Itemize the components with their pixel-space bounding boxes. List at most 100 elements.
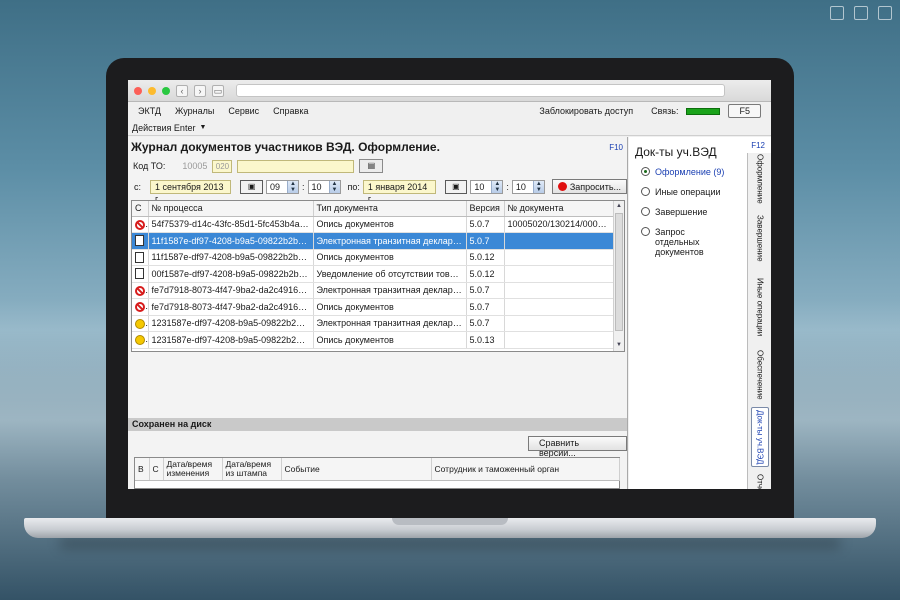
table-row[interactable]: fe7d7918-8073-4f47-9ba2-da2c4916843e Элек… — [132, 282, 615, 299]
close-dot-icon[interactable] — [134, 86, 142, 95]
journal-panel: Журнал документов участников ВЭД. Оформл… — [128, 137, 628, 489]
table-row[interactable]: 1231587e-df97-4208-b9a5-09822b2b2992 Опис… — [132, 331, 615, 349]
browser-toolbar: ‹ › ▭ — [128, 80, 771, 102]
history-column-header[interactable]: С — [149, 458, 164, 481]
column-header[interactable]: С — [132, 201, 149, 217]
menu-item-ektd[interactable]: ЭКТД — [138, 106, 161, 116]
menu-item-service[interactable]: Сервис — [228, 106, 259, 116]
radio-circle-icon[interactable] — [641, 187, 650, 196]
status-cell — [132, 315, 149, 332]
radio-circle-icon[interactable] — [641, 227, 650, 236]
address-bar[interactable] — [236, 84, 725, 97]
lock-access-link[interactable]: Заблокировать доступ — [539, 106, 633, 116]
kod-name-field[interactable] — [237, 159, 355, 173]
table-row[interactable]: 11f1587e-df97-4208-b9a5-09822b2b2992 Элек… — [132, 232, 615, 250]
forbidden-icon — [135, 219, 145, 230]
query-button[interactable]: Запросить... — [551, 179, 628, 194]
compare-versions-button[interactable]: Сравнить версии... — [528, 436, 627, 458]
kod-code-field[interactable]: 020 — [212, 159, 233, 173]
saved-section-header: Сохранен на диск — [128, 418, 627, 431]
spin-arrows-icon[interactable]: ▲ ▼ — [328, 180, 340, 193]
history-column-header[interactable]: В — [135, 458, 150, 481]
actions-menu[interactable]: Действия Enter ▼ — [128, 120, 771, 136]
vertical-tab[interactable]: Отче — [751, 471, 769, 489]
radio-circle-icon[interactable] — [641, 207, 650, 216]
scroll-thumb[interactable] — [615, 213, 623, 331]
from-calendar-icon[interactable]: ▣ — [240, 179, 263, 194]
radio-label: Иные операции — [655, 187, 721, 197]
sidebar-icon[interactable]: ▭ — [212, 84, 224, 97]
kod-label: Код ТО: — [133, 161, 166, 171]
column-header[interactable]: Версия — [466, 201, 505, 217]
hotkey-f12-label: F12 — [751, 141, 765, 150]
vertical-tab[interactable]: Обеспечение — [751, 349, 769, 401]
column-header[interactable]: № документа — [504, 201, 615, 217]
radio-label: Завершение — [655, 207, 708, 217]
to-hour-stepper[interactable]: 10 ▲ ▼ — [470, 179, 504, 194]
document-icon — [135, 251, 144, 263]
version-cell: 5.0.7 — [466, 315, 505, 332]
menu-item-journals[interactable]: Журналы — [175, 106, 214, 116]
scroll-up-icon[interactable]: ▲ — [614, 201, 624, 212]
spin-arrows-icon[interactable]: ▲ ▼ — [532, 180, 544, 193]
spin-arrows-icon[interactable]: ▲ ▼ — [491, 180, 503, 193]
minimize-dot-icon[interactable] — [148, 86, 156, 95]
radio-label: Запрос отдельных документов — [655, 227, 704, 257]
to-calendar-icon[interactable]: ▣ — [444, 179, 468, 194]
forward-icon[interactable]: › — [194, 84, 206, 97]
process-cell: 54f75379-d14c-43fc-85d1-5fc453b4a95c — [148, 216, 314, 233]
refresh-f5-button[interactable]: F5 — [728, 104, 761, 118]
vertical-tab[interactable]: Оформление — [751, 153, 769, 205]
record-icon — [557, 182, 567, 191]
warning-icon — [135, 318, 145, 329]
from-hour-stepper[interactable]: 09 ▲ ▼ — [266, 179, 299, 194]
type-cell: Электронная транзитная декларация — [313, 315, 467, 332]
table-row[interactable]: 00f1587e-df97-4208-b9a5-09822b2b2994 Увед… — [132, 265, 615, 283]
history-column-header[interactable]: Событие — [281, 458, 432, 481]
radio-circle-icon[interactable] — [641, 167, 650, 176]
table-scrollbar[interactable]: ▲ ▼ — [613, 201, 624, 351]
chevron-down-icon: ▼ — [199, 124, 207, 131]
table-row[interactable]: 1231587e-df97-4208-b9a5-09822b2b2992 Элек… — [132, 315, 615, 332]
zoom-dot-icon[interactable] — [162, 86, 170, 95]
kod-value: 10005 — [182, 161, 208, 171]
from-date-field[interactable]: 1 сентября 2013 г. — [150, 179, 232, 204]
to-min-stepper[interactable]: 10 ▲ ▼ — [511, 179, 545, 194]
vertical-tab[interactable]: Иные операции — [751, 271, 769, 343]
to-date-field[interactable]: 1 января 2014 г. — [362, 179, 436, 204]
radio-option[interactable]: Завершение — [641, 207, 731, 217]
radio-option[interactable]: Иные операции — [641, 187, 731, 197]
status-cell — [132, 232, 149, 250]
table-row[interactable]: 54f75379-d14c-43fc-85d1-5fc453b4a95c Опис… — [132, 216, 615, 233]
radio-option[interactable]: Запрос отдельных документов — [641, 227, 731, 257]
laptop-notch — [392, 518, 508, 525]
history-column-header[interactable]: Дата/время изменения — [163, 458, 223, 481]
warning-icon — [135, 335, 145, 346]
kod-lookup-button[interactable]: ▤ — [359, 159, 384, 173]
from-min-stepper[interactable]: 10 ▲ ▼ — [307, 179, 341, 194]
vertical-tab[interactable]: Завершение — [751, 211, 769, 265]
doc-cell — [504, 265, 615, 283]
doc-cell — [504, 232, 615, 250]
history-table: В С Дата/время изменения Дата/время из штам… — [134, 457, 620, 489]
table-row[interactable]: fe7d7918-8073-4f47-9ba2-da2c4916843e Опис… — [132, 298, 615, 316]
vertical-tab[interactable]: Док-ты уч.ВЭД — [751, 407, 769, 467]
process-cell: 00f1587e-df97-4208-b9a5-09822b2b2994 — [148, 265, 314, 283]
spin-arrows-icon[interactable]: ▲ ▼ — [287, 180, 298, 193]
radio-option[interactable]: Оформление (9) — [641, 167, 731, 177]
history-column-header[interactable]: Сотрудник и таможенный орган — [431, 458, 620, 481]
menu-item-help[interactable]: Справка — [273, 106, 308, 116]
column-header[interactable]: № процесса — [148, 201, 314, 217]
table-row[interactable]: 11f1587e-df97-4208-b9a5-09822b2b2992 Опис… — [132, 249, 615, 266]
back-icon[interactable]: ‹ — [176, 84, 188, 97]
from-min-value: 10 — [311, 181, 322, 192]
to-label: по: — [347, 181, 360, 192]
history-column-header[interactable]: Дата/время из штампа — [222, 458, 282, 481]
from-hour-value: 09 — [270, 181, 281, 192]
version-cell: 5.0.7 — [466, 298, 505, 316]
scroll-down-icon[interactable]: ▼ — [614, 340, 624, 351]
column-header[interactable]: Тип документа — [313, 201, 467, 217]
doc-cell: 10005020/130214/0000024 — [504, 216, 615, 233]
status-cell — [132, 282, 149, 299]
status-cell — [132, 331, 149, 349]
